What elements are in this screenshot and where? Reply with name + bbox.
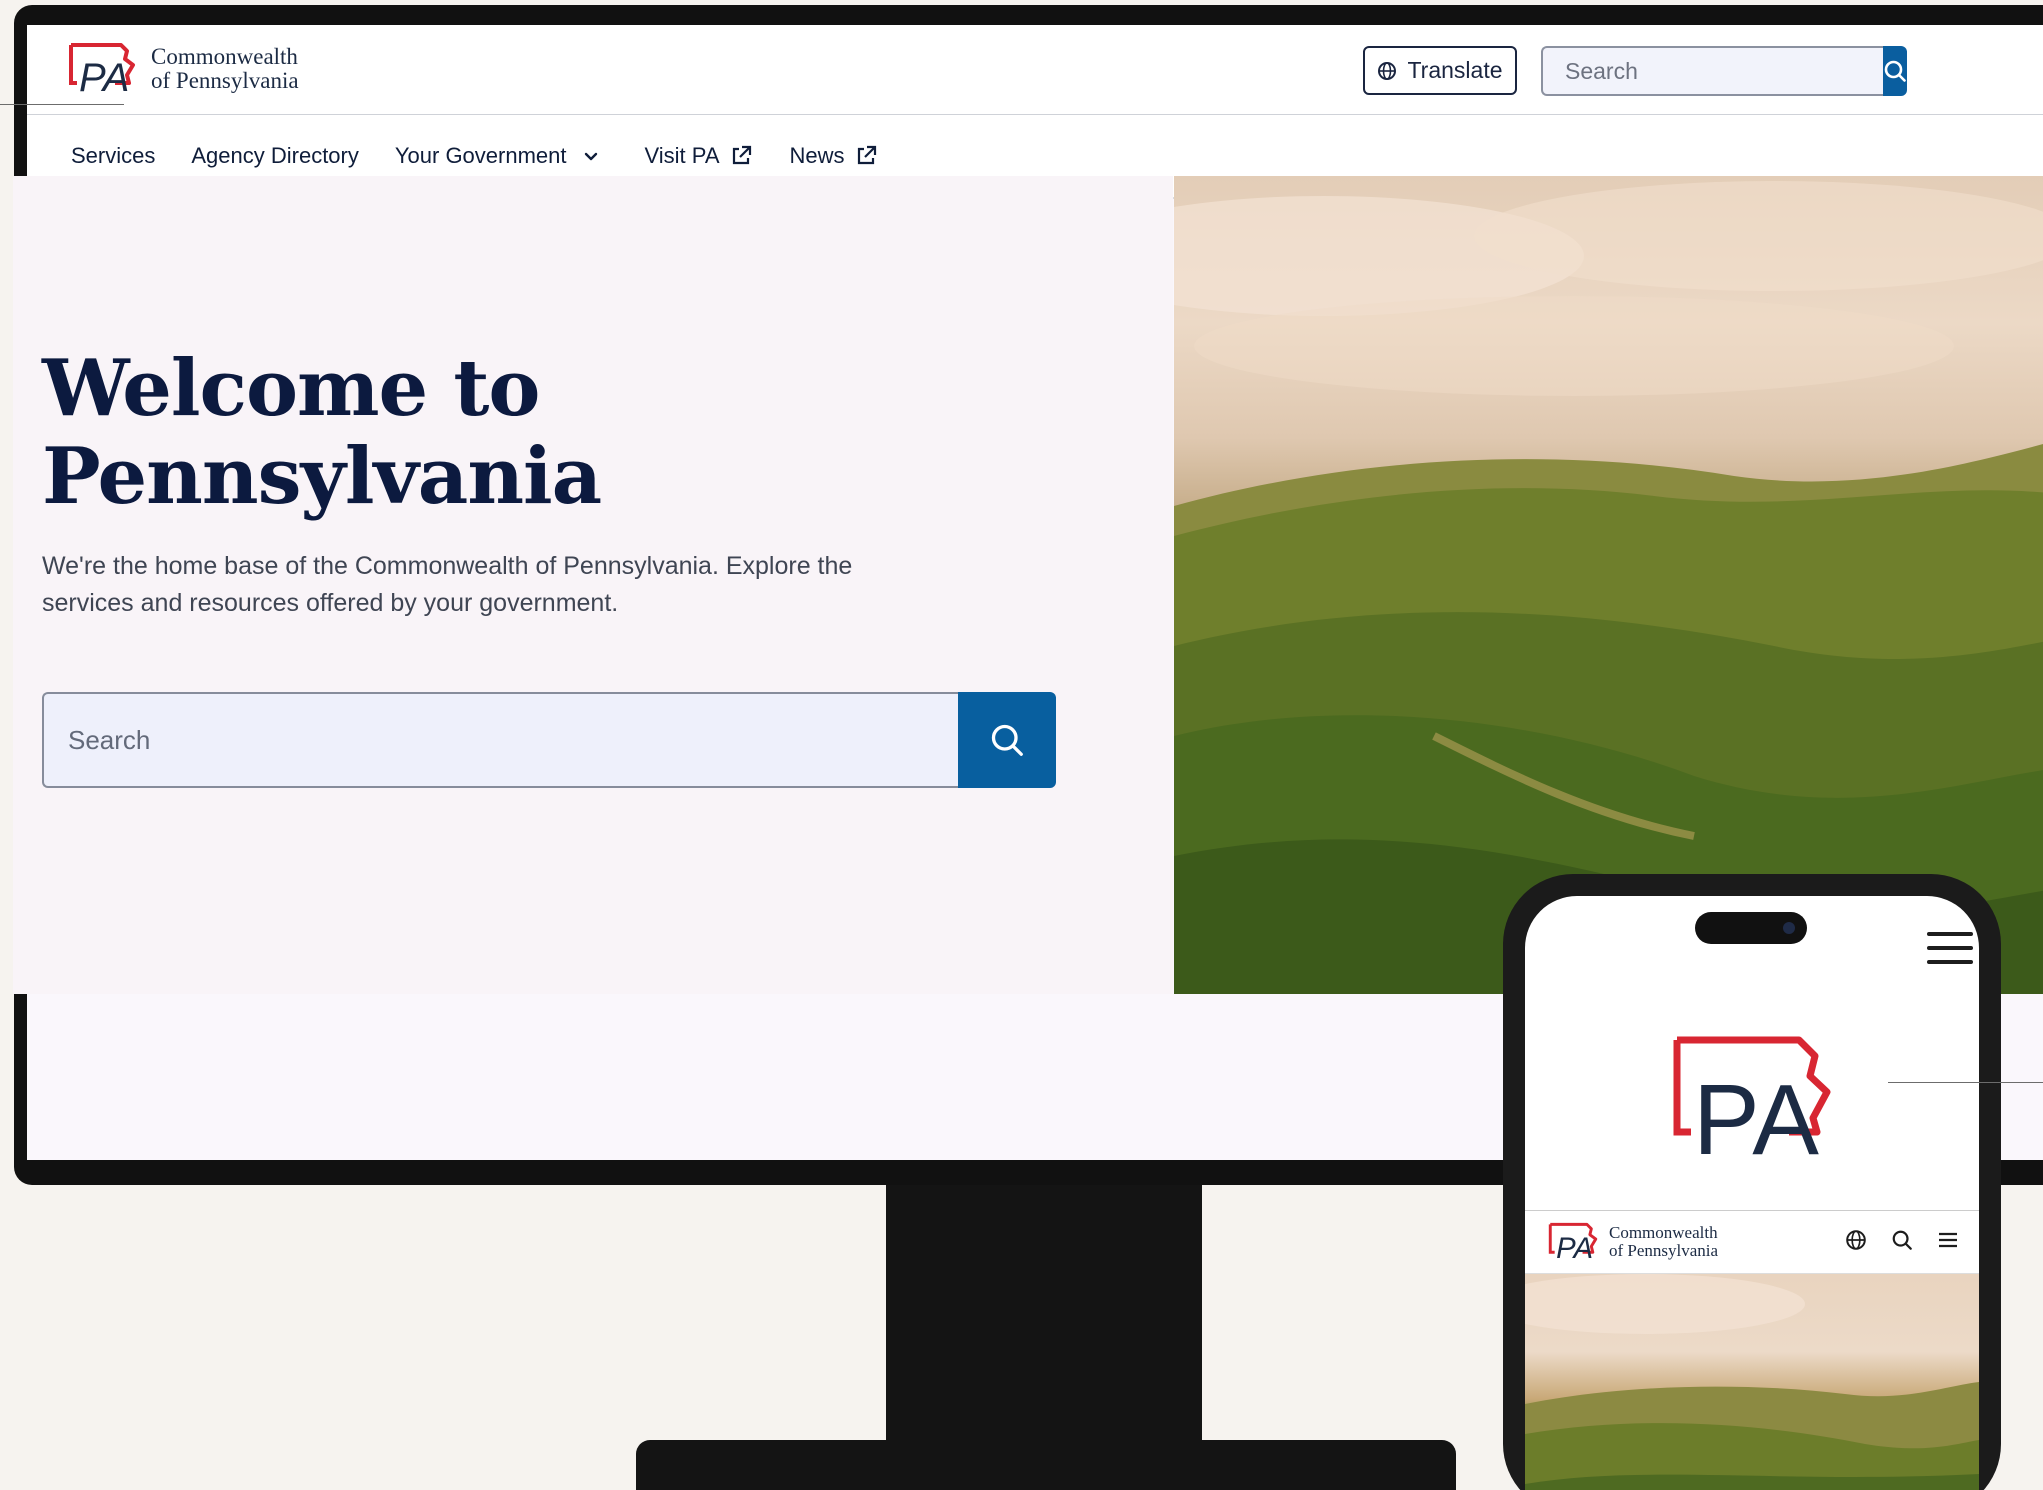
translate-label: Translate bbox=[1407, 57, 1503, 83]
header-search bbox=[1541, 46, 1907, 96]
nav-label: Your Government bbox=[394, 143, 567, 168]
mobile-logo-line2: of Pennsylvania bbox=[1609, 1241, 1719, 1260]
search-icon[interactable] bbox=[1891, 1229, 1913, 1251]
dynamic-island bbox=[1695, 912, 1807, 944]
mobile-header: PA Commonwealth of Pennsylvania bbox=[1525, 1210, 1979, 1274]
hamburger-icon[interactable] bbox=[1927, 932, 1973, 964]
camera-icon bbox=[1783, 922, 1795, 934]
nav-item-agency-directory[interactable]: Agency Directory bbox=[191, 143, 359, 169]
site-header: PA Commonwealth of Pennsylvania Translat… bbox=[27, 25, 2043, 115]
logo-wordmark: Commonwealth of Pennsylvania bbox=[151, 45, 299, 93]
mobile-logo-wordmark: Commonwealth of Pennsylvania bbox=[1609, 1224, 1718, 1260]
mobile-header-actions bbox=[1845, 1229, 1959, 1251]
nav-item-news[interactable]: News bbox=[790, 143, 877, 169]
mobile-screen: PA PA Commonwealth of Pennsylvania bbox=[1525, 896, 1979, 1490]
nav-item-visit-pa[interactable]: Visit PA bbox=[645, 143, 752, 169]
translate-button[interactable]: Translate bbox=[1363, 46, 1517, 95]
hamburger-icon[interactable] bbox=[1937, 1230, 1959, 1250]
mobile-phone: PA PA Commonwealth of Pennsylvania bbox=[1503, 874, 2001, 1490]
logo-line2: of Pennsylvania bbox=[151, 68, 299, 93]
landscape-hills-image bbox=[1525, 1274, 1979, 1490]
hero-landscape-image bbox=[1174, 176, 2043, 994]
nav-label: Agency Directory bbox=[191, 143, 359, 168]
monitor-stand-base bbox=[636, 1440, 1456, 1490]
chevron-down-icon bbox=[584, 152, 597, 161]
mobile-hero-image bbox=[1525, 1274, 1979, 1490]
hero-title-line2: Pennsylvania bbox=[42, 431, 602, 522]
nav-label: News bbox=[789, 143, 845, 168]
landscape-hills-image bbox=[1174, 181, 2043, 994]
mobile-logo-line1: Commonwealth bbox=[1609, 1223, 1718, 1242]
hero-search bbox=[42, 692, 1056, 788]
callout-line bbox=[0, 104, 124, 105]
globe-icon[interactable] bbox=[1845, 1229, 1867, 1251]
hero-subtitle: We're the home base of the Commonwealth … bbox=[42, 552, 853, 617]
hero-title-line1: Welcome to bbox=[42, 343, 540, 434]
header-search-button[interactable] bbox=[1883, 46, 1907, 96]
nav-item-your-government[interactable]: Your Government bbox=[395, 143, 599, 169]
hero-search-input[interactable] bbox=[42, 692, 958, 788]
nav-item-services[interactable]: Services bbox=[71, 143, 155, 169]
header-search-input[interactable] bbox=[1541, 46, 1883, 96]
pa-logo-mark: PA bbox=[79, 56, 129, 99]
nav-label: Services bbox=[71, 143, 156, 168]
nav-label: Visit PA bbox=[644, 143, 720, 168]
callout-line bbox=[1888, 1082, 2043, 1083]
globe-icon bbox=[1378, 61, 1397, 80]
site-logo[interactable]: PA Commonwealth of Pennsylvania bbox=[65, 39, 299, 99]
search-icon bbox=[991, 724, 1023, 756]
search-icon bbox=[1884, 60, 1906, 82]
hero-title: Welcome to Pennsylvania bbox=[42, 343, 602, 522]
external-link-icon bbox=[732, 145, 751, 165]
pa-large-logo-mark: PA bbox=[1693, 1064, 1819, 1166]
pa-logo-mark: PA bbox=[1556, 1232, 1593, 1264]
logo-line1: Commonwealth bbox=[151, 44, 298, 69]
pa-large-logo-icon: PA bbox=[1673, 1036, 1831, 1166]
pa-logo-icon: PA bbox=[69, 43, 135, 99]
monitor-stand-neck bbox=[886, 1185, 1202, 1445]
hero-search-button[interactable] bbox=[958, 692, 1056, 788]
external-link-icon bbox=[857, 145, 876, 165]
pa-logo-icon: PA bbox=[1548, 1222, 1598, 1264]
